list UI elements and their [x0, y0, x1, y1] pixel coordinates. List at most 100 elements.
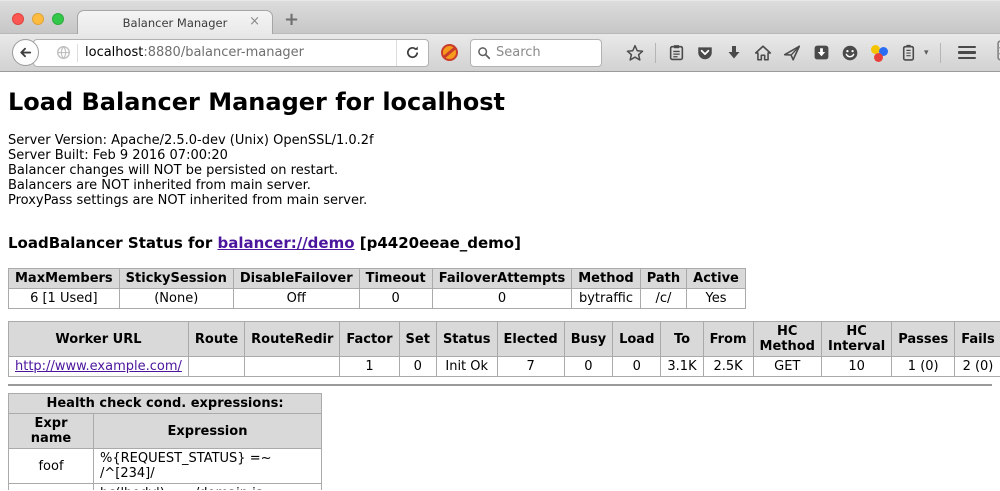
- menu-bar: [958, 46, 976, 49]
- url-bar[interactable]: localhost:8880/balancer-manager: [33, 39, 429, 67]
- status-heading-suffix: [p4420eeae_demo]: [355, 234, 521, 252]
- cell-route: [188, 357, 244, 377]
- url-separator: [77, 44, 78, 62]
- navigation-toolbar: localhost:8880/balancer-manager: [0, 33, 1000, 72]
- cell-path: /c/: [640, 289, 686, 309]
- download-arrow-icon: [726, 45, 742, 61]
- balancer-demo-link[interactable]: balancer://demo: [217, 234, 354, 252]
- balancers-notice-line: Balancers are NOT inherited from main se…: [8, 178, 992, 193]
- section-divider: [8, 384, 992, 386]
- menu-button[interactable]: [958, 46, 976, 60]
- cell-routeredir: [245, 357, 340, 377]
- cell-load: 0: [613, 357, 661, 377]
- minimize-window-button[interactable]: [32, 13, 44, 25]
- back-button[interactable]: [12, 39, 39, 66]
- cell-hc-method: GET: [753, 357, 821, 377]
- column-header: Route: [188, 322, 244, 357]
- health-check-table: Health check cond. expressions: Expr nam…: [8, 393, 322, 490]
- flashblock-icon[interactable]: [441, 44, 458, 61]
- column-header: To: [661, 322, 703, 357]
- table-title-row: Health check cond. expressions:: [9, 394, 322, 414]
- cell-busy: 0: [564, 357, 612, 377]
- cell-maxmembers: 6 [1 Used]: [9, 289, 120, 309]
- search-bar[interactable]: [470, 39, 602, 67]
- url-host: localhost: [85, 45, 143, 60]
- reload-button[interactable]: [396, 40, 428, 66]
- status-heading: LoadBalancer Status for balancer://demo …: [8, 234, 992, 252]
- new-tab-button[interactable]: +: [284, 9, 299, 30]
- pocket-button[interactable]: [696, 44, 714, 62]
- cell-expr-name: foof: [9, 449, 94, 484]
- zoom-window-button[interactable]: [52, 13, 64, 25]
- persist-notice-line: Balancer changes will NOT be persisted o…: [8, 163, 992, 178]
- server-built-line: Server Built: Feb 9 2016 07:00:20: [8, 148, 992, 163]
- column-header: Passes: [892, 322, 955, 357]
- column-header: Status: [436, 322, 497, 357]
- bookmark-star-button[interactable]: [626, 44, 644, 62]
- cell-expr-name: foof2: [9, 484, 94, 491]
- save-to-device-button[interactable]: [812, 44, 830, 62]
- feedback-button[interactable]: [841, 44, 859, 62]
- cell-fails: 2 (0): [955, 357, 1000, 377]
- search-icon: [477, 46, 491, 60]
- column-header: HC Interval: [821, 322, 891, 357]
- boxed-download-icon: [813, 44, 830, 61]
- toolbar-divider: [655, 43, 656, 63]
- cell-disablefailover: Off: [233, 289, 359, 309]
- menu-bar: [958, 51, 976, 54]
- worker-url-link[interactable]: http://www.example.com/: [15, 359, 182, 374]
- cell-from: 2.5K: [703, 357, 753, 377]
- colorzilla-button[interactable]: [870, 44, 888, 62]
- tab-title: Balancer Manager: [123, 16, 228, 30]
- cell-expression: hc('body') =~ /domain is established/: [94, 484, 322, 491]
- back-arrow-icon: [18, 45, 33, 60]
- column-header: Timeout: [359, 269, 432, 289]
- column-header: Set: [399, 322, 436, 357]
- cell-set: 0: [399, 357, 436, 377]
- close-window-button[interactable]: [12, 13, 24, 25]
- column-header: StickySession: [119, 269, 233, 289]
- tiles-button[interactable]: [997, 40, 1000, 66]
- send-tab-button[interactable]: [783, 44, 801, 62]
- cell-hc-interval: 10: [821, 357, 891, 377]
- column-header: Expression: [94, 414, 322, 449]
- column-header: Load: [613, 322, 661, 357]
- browser-window: Balancer Manager × + localhost:8880/bala…: [0, 0, 1000, 491]
- page-content: Load Balancer Manager for localhost Serv…: [0, 72, 1000, 490]
- column-header: From: [703, 322, 753, 357]
- search-input[interactable]: [496, 45, 586, 60]
- health-table-title: Health check cond. expressions:: [9, 394, 322, 414]
- bookmarks-list-button[interactable]: [667, 44, 685, 62]
- url-text[interactable]: localhost:8880/balancer-manager: [85, 45, 396, 60]
- cell-method: bytraffic: [572, 289, 640, 309]
- column-header: Elected: [497, 322, 564, 357]
- column-header: Path: [640, 269, 686, 289]
- table-row: foof2 hc('body') =~ /domain is establish…: [9, 484, 322, 491]
- extension-battery-button[interactable]: [899, 44, 917, 62]
- menu-bar: [958, 57, 976, 60]
- column-header: Busy: [564, 322, 612, 357]
- table-header-row: MaxMembers StickySession DisableFailover…: [9, 269, 746, 289]
- server-version-line: Server Version: Apache/2.5.0-dev (Unix) …: [8, 133, 992, 148]
- tab-strip: Balancer Manager × +: [0, 0, 1000, 33]
- close-tab-icon[interactable]: ×: [249, 15, 260, 29]
- clipboard-icon: [668, 44, 685, 61]
- chevron-down-icon[interactable]: ▾: [924, 48, 929, 58]
- downloads-button[interactable]: [725, 44, 743, 62]
- balancer-status-table: MaxMembers StickySession DisableFailover…: [8, 268, 746, 309]
- toolbar-icons: ▾: [626, 40, 1000, 66]
- home-button[interactable]: [754, 44, 772, 62]
- battery-icon: [901, 44, 916, 61]
- column-header: Method: [572, 269, 640, 289]
- tab-balancer-manager[interactable]: Balancer Manager ×: [77, 10, 273, 34]
- cell-factor: 1: [340, 357, 399, 377]
- url-path: :8880/balancer-manager: [143, 45, 304, 60]
- column-header: FailoverAttempts: [432, 269, 572, 289]
- reload-icon: [405, 45, 420, 60]
- cell-worker-url: http://www.example.com/: [9, 357, 189, 377]
- column-header: RouteRedir: [245, 322, 340, 357]
- column-header: MaxMembers: [9, 269, 120, 289]
- table-header-row: Worker URL Route RouteRedir Factor Set S…: [9, 322, 1000, 357]
- cell-status: Init Ok: [436, 357, 497, 377]
- column-header: Active: [687, 269, 746, 289]
